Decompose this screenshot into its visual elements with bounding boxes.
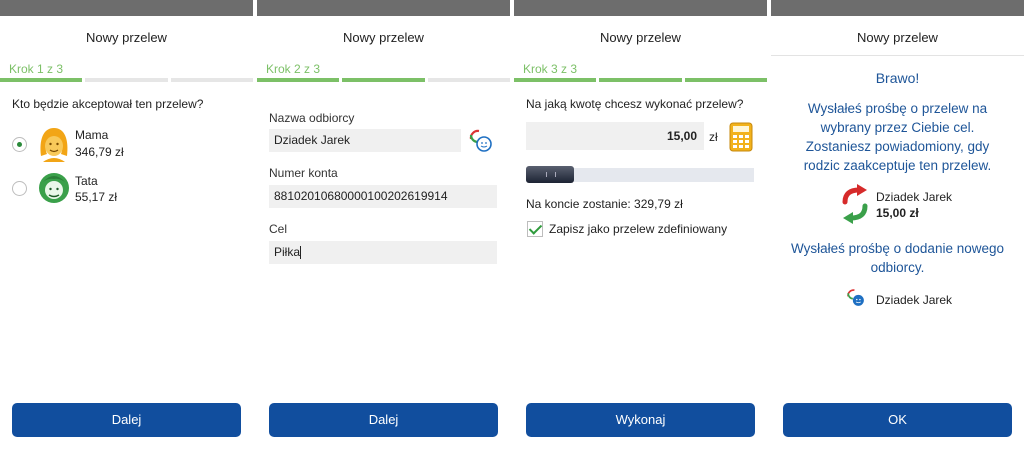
person-name: Tata <box>75 174 98 188</box>
screen-confirmation: Nowy przelew Brawo! Wysłałeś prośbę o pr… <box>771 0 1024 451</box>
radio-tata[interactable] <box>12 181 27 196</box>
execute-button[interactable]: Wykonaj <box>526 403 755 437</box>
account-number-field[interactable]: 88102010680000100202619914 <box>269 185 497 208</box>
save-defined-checkbox[interactable] <box>527 221 543 237</box>
message-line: wybrany przez Ciebie cel. <box>820 120 975 135</box>
step-indicator-label: Krok 3 z 3 <box>523 62 578 76</box>
message-line: odbiorcy. <box>870 260 925 275</box>
success-message: Wysłałeś prośbę o przelew na wybrany prz… <box>771 99 1024 175</box>
contacts-icon[interactable] <box>467 127 495 155</box>
status-bar <box>0 0 253 16</box>
new-recipient-name: Dziadek Jarek <box>876 293 953 307</box>
new-recipient-message: Wysłałeś prośbę o dodanie nowego odbiorc… <box>771 239 1024 277</box>
header-divider <box>771 55 1024 56</box>
page-title: Nowy przelew <box>343 30 424 45</box>
calculator-icon[interactable] <box>729 122 753 152</box>
contacts-icon <box>847 289 864 306</box>
success-heading: Brawo! <box>875 70 920 86</box>
transfer-arrows-icon <box>842 184 868 224</box>
remaining-balance: Na koncie zostanie: 329,79 zł <box>526 197 683 211</box>
status-bar <box>514 0 767 16</box>
mother-avatar-icon <box>40 128 68 162</box>
person-balance: 346,79 zł <box>75 145 124 159</box>
purpose-value: Piłka <box>274 245 301 259</box>
person-balance: 55,17 zł <box>75 190 118 204</box>
save-defined-label: Zapisz jako przelew zdefiniowany <box>549 222 728 236</box>
recipient-name: Dziadek Jarek <box>876 190 953 204</box>
status-bar <box>771 0 1024 16</box>
transfer-amount: 15,00 zł <box>876 206 919 220</box>
person-name: Mama <box>75 128 109 142</box>
message-line: rodzic zaakceptuje ten przelew. <box>803 158 992 173</box>
recipient-label: Nazwa odbiorcy <box>269 111 355 125</box>
next-button[interactable]: Dalej <box>269 403 498 437</box>
purpose-field[interactable]: Piłka <box>269 241 497 264</box>
next-button[interactable]: Dalej <box>12 403 241 437</box>
question-text: Kto będzie akceptował ten przelew? <box>12 97 204 111</box>
screen-choose-parent: Nowy przelew Krok 1 z 3 Kto będzie akcep… <box>0 0 253 451</box>
step-indicator-label: Krok 1 z 3 <box>9 62 64 76</box>
account-number-label: Numer konta <box>269 166 338 180</box>
step-progress <box>0 78 253 82</box>
step-progress <box>257 78 510 82</box>
father-avatar-icon <box>39 173 69 203</box>
ok-button[interactable]: OK <box>783 403 1012 437</box>
amount-slider-handle[interactable] <box>526 166 574 183</box>
page-title: Nowy przelew <box>86 30 167 45</box>
message-line: Wysłałeś prośbę o dodanie nowego <box>790 241 1004 256</box>
question-text: Na jaką kwotę chcesz wykonać przelew? <box>526 97 744 111</box>
purpose-label: Cel <box>269 222 288 236</box>
step-indicator-label: Krok 2 z 3 <box>266 62 321 76</box>
recipient-field[interactable]: Dziadek Jarek <box>269 129 461 152</box>
step-progress <box>514 78 767 82</box>
status-bar <box>257 0 510 16</box>
screen-recipient-details: Nowy przelew Krok 2 z 3 Nazwa odbiorcy D… <box>257 0 510 451</box>
message-line: Zostaniesz powiadomiony, gdy <box>805 139 990 154</box>
screen-amount: Nowy przelew Krok 3 z 3 Na jaką kwotę ch… <box>514 0 767 451</box>
amount-input[interactable]: 15,00 <box>526 122 704 150</box>
text-cursor <box>300 246 302 260</box>
currency-label: zł <box>709 130 718 144</box>
message-line: Wysłałeś prośbę o przelew na <box>807 101 988 116</box>
page-title: Nowy przelew <box>857 30 938 45</box>
page-title: Nowy przelew <box>600 30 681 45</box>
radio-mama[interactable] <box>12 137 27 152</box>
